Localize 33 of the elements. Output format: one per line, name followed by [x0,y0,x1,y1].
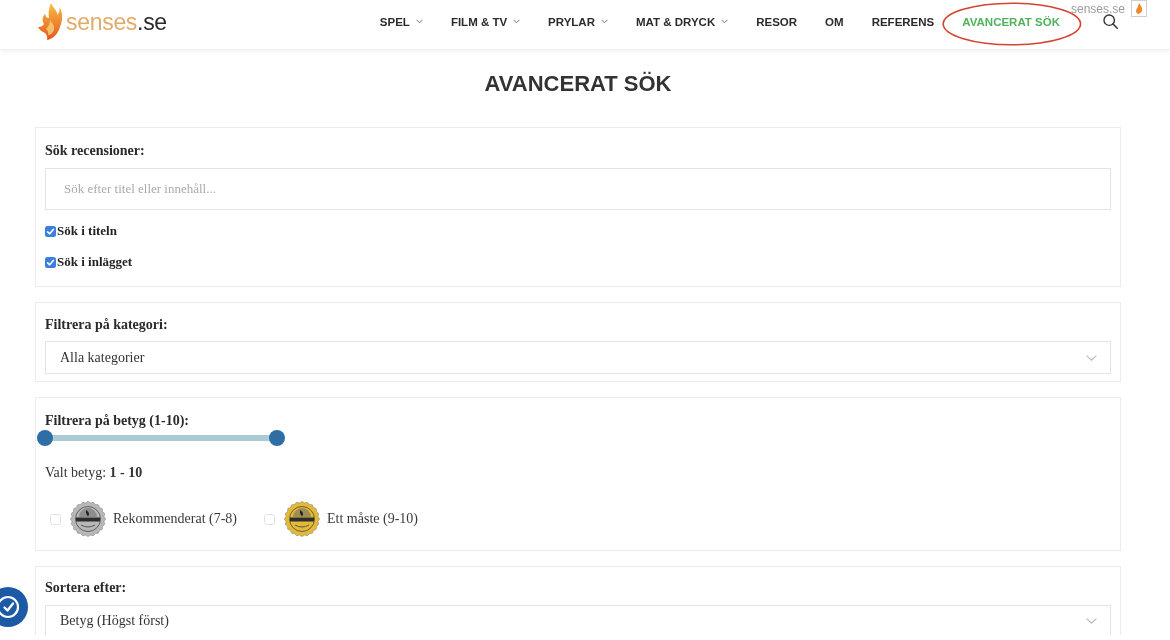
checkbox-label: Sök i inlägget [57,253,133,271]
nav-link[interactable]: REFERENS [871,14,935,29]
search-icon[interactable] [1103,14,1118,29]
nav-link[interactable]: OM [825,14,844,29]
nav-link[interactable]: RESOR [756,14,798,29]
section-label: Sortera efter: [45,579,127,597]
checkbox-label: Sök i titeln [57,222,117,240]
selected-rating-text: Valt betyg: 1 - 10 [45,465,143,480]
dropdown-select[interactable]: Alla kategorier [45,341,1111,374]
section-label: Filtrera på kategori: [45,316,168,334]
logo-text[interactable]: senses.se [66,7,167,36]
chevron-down-icon [1086,617,1097,624]
nav-link[interactable]: MAT & DRYCK [635,14,729,29]
slider-handle[interactable] [269,430,285,446]
search-field[interactable]: Sök efter titel eller innehåll... [45,168,1111,210]
accessibility-button[interactable] [0,587,28,627]
dropdown-select[interactable]: Betyg (Högst först) [45,605,1111,635]
section-label: Sök recensioner: [45,142,145,160]
checkbox[interactable] [264,513,275,525]
flame-logo-icon[interactable] [38,3,62,40]
badge-option-label: Ett måste (9-10) [327,510,418,528]
nav-link[interactable]: FILM & TV [450,14,521,29]
nav-link[interactable]: SPEL [379,14,423,29]
page-title: AVANCERAT SÖK [484,70,672,98]
image-alt-text: senses.se [1070,2,1125,16]
chevron-down-icon [1086,354,1097,361]
checkbox[interactable] [45,225,56,237]
slider-handle[interactable] [37,430,53,446]
checkbox[interactable] [45,256,56,268]
checkbox[interactable] [50,513,61,525]
badge-option-label: Rekommenderat (7-8) [113,510,237,528]
section-label: Filtrera på betyg (1-10): [45,412,189,430]
nav-link[interactable]: PRYLAR [548,14,608,29]
